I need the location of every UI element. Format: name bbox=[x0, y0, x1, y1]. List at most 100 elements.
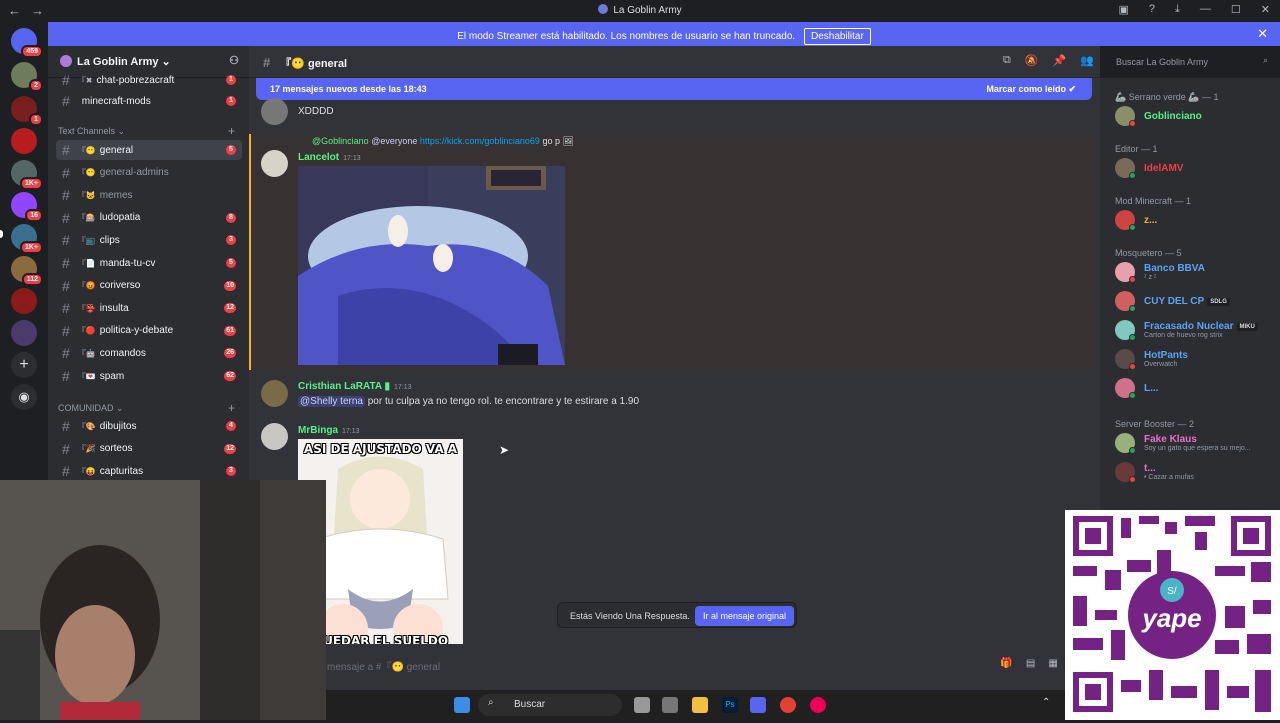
server-icon[interactable]: 112 bbox=[11, 256, 43, 286]
channel-emoji: 『😶 bbox=[77, 168, 96, 178]
channel-label: ludopatia bbox=[99, 212, 141, 224]
discord-icon[interactable] bbox=[750, 697, 766, 713]
attachment-image[interactable] bbox=[298, 166, 565, 365]
photoshop-icon[interactable]: Ps bbox=[722, 697, 738, 713]
members-icon[interactable]: 👥 bbox=[1080, 54, 1094, 67]
member-status: • Cazar a mufas bbox=[1144, 474, 1194, 481]
member-item[interactable]: IdelAMV bbox=[1115, 156, 1280, 180]
channel-capturitas[interactable]: # 『😝 capturitas 3 bbox=[56, 461, 242, 481]
user-mention[interactable]: @Shelly terna bbox=[298, 396, 365, 407]
app-icon[interactable] bbox=[662, 697, 678, 713]
channel-general[interactable]: # 『😶 general 5 bbox=[56, 140, 242, 160]
channel-emoji: 『📄 bbox=[77, 258, 96, 268]
avatar[interactable] bbox=[261, 98, 288, 125]
category-comunidad[interactable]: COMUNIDAD ⌄ + bbox=[58, 401, 235, 415]
channel-ludopatia[interactable]: # 『🎰 ludopatia 8 bbox=[56, 208, 242, 228]
channel-manda-tu-cv[interactable]: # 『📄 manda-tu-cv 5 bbox=[56, 253, 242, 273]
minimize-button[interactable]: — bbox=[1200, 3, 1211, 16]
member-item[interactable]: t... • Cazar a mufas bbox=[1115, 460, 1280, 484]
channel-chat-pobrezacraft[interactable]: # 『✖ chat-pobrezacraft 1 bbox=[56, 70, 242, 90]
search-input[interactable]: Buscar La Goblin Army ⌕ bbox=[1110, 52, 1274, 72]
download-icon[interactable]: ⤓ bbox=[1175, 3, 1180, 16]
channel-memes[interactable]: # 『🐱 memes bbox=[56, 185, 242, 205]
member-name: L... bbox=[1144, 383, 1159, 394]
server-icon[interactable]: 2 bbox=[11, 62, 43, 92]
threads-icon[interactable]: ⧉ bbox=[1003, 54, 1011, 67]
taskbar-search[interactable]: ⌕ Buscar bbox=[478, 694, 622, 716]
task-view-icon[interactable] bbox=[634, 697, 650, 713]
avatar[interactable] bbox=[261, 380, 288, 407]
channel-minecraft-mods[interactable]: # minecraft-mods 1 bbox=[56, 91, 242, 111]
member-item[interactable]: Banco BBVA ᶻ z ᶻ bbox=[1115, 260, 1280, 284]
sticker-icon[interactable]: ▦ bbox=[1048, 658, 1057, 669]
channel-dibujitos[interactable]: # 『🎨 dibujitos 4 bbox=[56, 416, 242, 436]
unread-badge: 3 bbox=[226, 235, 236, 246]
channel-clips[interactable]: # 『📺 clips 3 bbox=[56, 230, 242, 250]
channel-comandos[interactable]: # 『🤖 comandos 26 bbox=[56, 343, 242, 363]
channel-emoji: 『🎰 bbox=[77, 213, 96, 223]
explore-icon[interactable]: ◉ bbox=[11, 384, 37, 410]
channel-coriverso[interactable]: # 『😡 coriverso 10 bbox=[56, 276, 242, 296]
meme-top-text: ASI DE AJUSTADO VA A bbox=[303, 442, 458, 456]
twitch-server-icon[interactable]: 16 bbox=[11, 192, 43, 222]
member-item[interactable]: z... bbox=[1115, 208, 1280, 232]
channel-insulta[interactable]: # 『👺 insulta 12 bbox=[56, 298, 242, 318]
member-item[interactable]: Goblinciano bbox=[1115, 104, 1280, 128]
gif-icon[interactable]: ▤ bbox=[1026, 658, 1035, 669]
server-icon[interactable]: 1K+ bbox=[11, 160, 43, 190]
file-explorer-icon[interactable] bbox=[692, 697, 708, 713]
disable-streamer-button[interactable]: Deshabilitar bbox=[803, 28, 871, 45]
new-messages-bar[interactable]: 17 mensajes nuevos desde las 18:43 Marca… bbox=[256, 78, 1092, 100]
member-item[interactable]: L... bbox=[1115, 376, 1280, 400]
add-server-icon[interactable]: + bbox=[11, 352, 37, 378]
status-indicator bbox=[1129, 334, 1136, 341]
mark-read-button[interactable]: Marcar como leído ✔ bbox=[986, 84, 1076, 95]
selected-server-indicator bbox=[0, 230, 3, 238]
reply-preview[interactable]: @Goblinciano @everyone https://kick.com/… bbox=[312, 136, 574, 147]
dm-badge: 459 bbox=[21, 45, 43, 58]
channel-spam[interactable]: # 『💌 spam 62 bbox=[56, 366, 242, 386]
channel-emoji: 『🎨 bbox=[77, 421, 96, 431]
close-button[interactable]: ✕ bbox=[1261, 3, 1270, 16]
username[interactable]: MrBinga 17:13 bbox=[298, 425, 360, 436]
avatar[interactable] bbox=[261, 150, 288, 177]
server-icon[interactable] bbox=[11, 288, 37, 314]
role-header: Server Booster — 2 bbox=[1115, 419, 1195, 429]
close-icon[interactable]: ✕ bbox=[1257, 26, 1268, 42]
help-icon[interactable]: ? bbox=[1149, 3, 1155, 16]
category-text-channels[interactable]: Text Channels ⌄ + bbox=[58, 124, 235, 138]
notifications-icon[interactable]: 🔕 bbox=[1025, 54, 1039, 67]
maximize-button[interactable]: ☐ bbox=[1231, 3, 1241, 16]
username[interactable]: Cristhian LaRATA ▮ 17:13 bbox=[298, 381, 412, 392]
message-composer[interactable]: mensaje a #『😶 general 🎁 ▤ ▦ ☺ bbox=[257, 650, 1093, 674]
chrome-icon[interactable] bbox=[780, 697, 796, 713]
hash-icon: # bbox=[62, 232, 70, 249]
server-icon[interactable] bbox=[11, 128, 37, 154]
search-icon: ⌕ bbox=[488, 697, 494, 708]
channel-sorteos[interactable]: # 『🎉 sorteos 12 bbox=[56, 439, 242, 459]
server-icon[interactable] bbox=[11, 320, 37, 346]
server-icon[interactable]: 1 bbox=[11, 96, 43, 126]
member-item[interactable]: CUY DEL CP SDLG bbox=[1115, 289, 1280, 313]
clan-tag: MIKU bbox=[1236, 323, 1258, 331]
gift-icon[interactable]: 🎁 bbox=[1000, 658, 1012, 669]
inbox-icon[interactable]: ▣ bbox=[1119, 3, 1129, 16]
add-channel-icon[interactable]: + bbox=[228, 124, 235, 138]
app-icon[interactable] bbox=[810, 697, 826, 713]
avatar[interactable] bbox=[261, 423, 288, 450]
server-icon[interactable]: 1K+ bbox=[11, 224, 43, 254]
member-item[interactable]: Fracasado Nuclear MIKU Carton de huevo rog… bbox=[1115, 318, 1280, 342]
channel-politica-y-debate[interactable]: # 『🔴 politica-y-debate 61 bbox=[56, 321, 242, 341]
channel-emoji: 『🤖 bbox=[77, 348, 96, 358]
pin-icon[interactable]: 📌 bbox=[1053, 54, 1067, 67]
tray-chevron-icon[interactable]: ⌃ bbox=[1042, 697, 1050, 708]
add-channel-icon[interactable]: + bbox=[228, 401, 235, 415]
member-item[interactable]: HotPants Overwatch bbox=[1115, 347, 1280, 371]
username[interactable]: Lancelot 17:13 bbox=[298, 152, 361, 163]
channel-general-admins[interactable]: # 『😶 general-admins bbox=[56, 163, 242, 183]
member-item[interactable]: Fake Klaus Soy un gato que espera su mejo… bbox=[1115, 431, 1280, 455]
add-member-icon[interactable]: ⚇ bbox=[229, 54, 239, 67]
jump-to-original-button[interactable]: Ir al mensaje original bbox=[695, 606, 795, 626]
direct-messages-icon[interactable]: 459 bbox=[11, 28, 43, 58]
windows-start-icon[interactable] bbox=[454, 697, 470, 713]
